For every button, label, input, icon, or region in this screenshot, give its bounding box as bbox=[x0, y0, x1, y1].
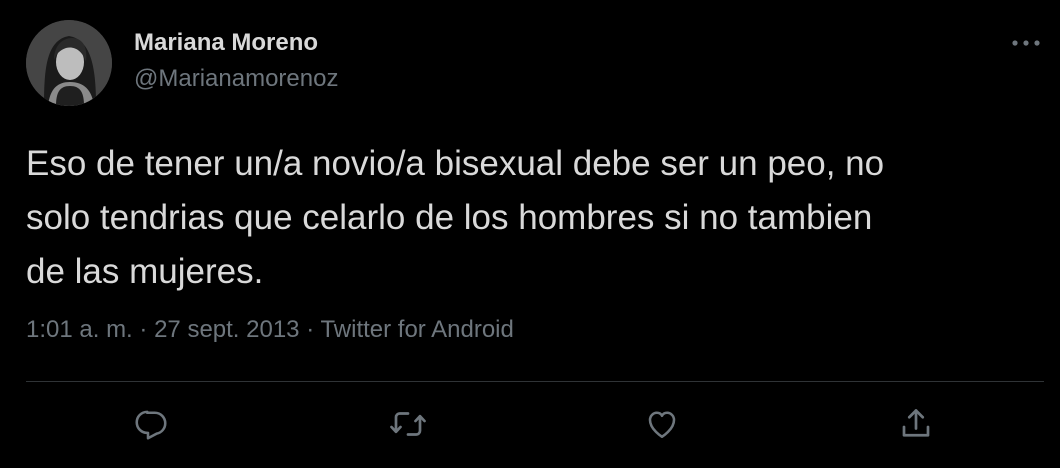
tweet-card: Mariana Moreno @Marianamorenoz Eso de te… bbox=[0, 0, 1060, 468]
tweet-source-link[interactable]: Twitter for Android bbox=[320, 316, 513, 343]
avatar-photo bbox=[26, 20, 112, 106]
user-display-name[interactable]: Mariana Moreno bbox=[134, 29, 318, 57]
tweet-date: 27 sept. 2013 bbox=[154, 316, 300, 343]
action-bar bbox=[0, 398, 1060, 450]
more-horizontal-icon bbox=[1012, 40, 1040, 46]
tweet-text: Eso de tener un/a novio/a bisexual debe … bbox=[26, 144, 885, 291]
divider bbox=[26, 381, 1044, 382]
share-icon bbox=[902, 409, 930, 437]
user-handle[interactable]: @Marianamorenoz bbox=[134, 65, 338, 93]
meta-separator: · bbox=[139, 316, 148, 343]
reply-icon bbox=[135, 410, 167, 440]
avatar[interactable] bbox=[26, 20, 112, 106]
reply-button[interactable] bbox=[125, 398, 177, 450]
tweet-time-link[interactable]: 1:01 a. m. · 27 sept. 2013 bbox=[26, 316, 300, 343]
retweet-icon bbox=[390, 412, 426, 436]
share-button[interactable] bbox=[890, 398, 942, 450]
like-button[interactable] bbox=[636, 398, 688, 450]
more-options-button[interactable] bbox=[1008, 28, 1044, 58]
retweet-button[interactable] bbox=[382, 398, 434, 450]
meta-separator: · bbox=[306, 316, 315, 343]
tweet-time: 1:01 a. m. bbox=[26, 316, 133, 343]
heart-icon bbox=[648, 411, 676, 439]
tweet-meta: 1:01 a. m. · 27 sept. 2013 · Twitter for… bbox=[26, 316, 514, 344]
